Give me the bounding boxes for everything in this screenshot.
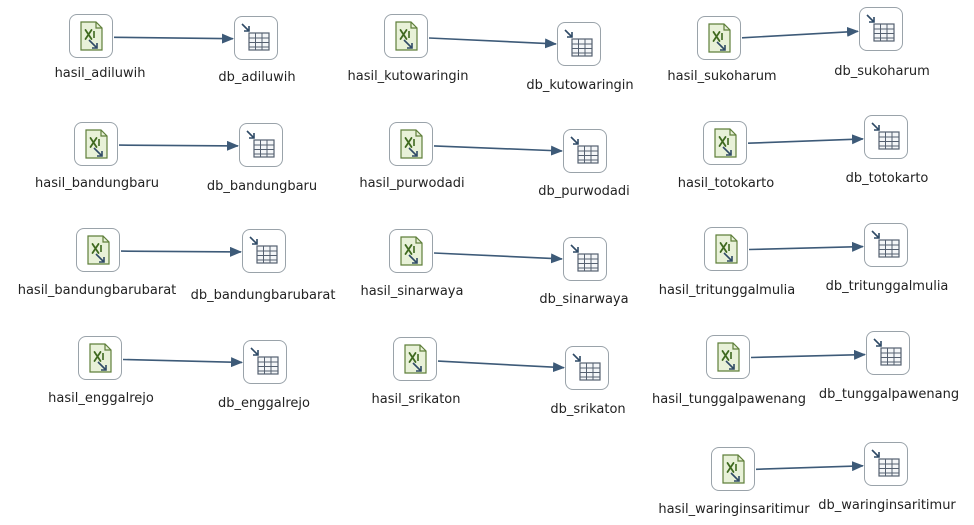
hop-arrow[interactable]: [747, 134, 864, 145]
step-box[interactable]: [234, 16, 278, 60]
step-label: hasil_sukoharum: [667, 69, 777, 84]
hops-layer: [113, 26, 866, 472]
step-label: db_sinarwaya: [539, 292, 629, 307]
step-label: hasil_bandungbaru: [35, 176, 159, 191]
step-box[interactable]: [697, 16, 741, 60]
step-label: db_srikaton: [550, 402, 626, 417]
step-box[interactable]: [563, 237, 607, 281]
step-box[interactable]: [565, 346, 609, 390]
step-box[interactable]: [393, 337, 437, 381]
hop-arrow[interactable]: [750, 349, 866, 360]
step-label: hasil_kutowaringin: [347, 69, 469, 84]
step-label: db_bandungbaru: [206, 179, 318, 194]
hop-arrow[interactable]: [122, 357, 243, 368]
step-box[interactable]: [76, 228, 120, 272]
step-label: hasil_srikaton: [371, 392, 461, 407]
step-box[interactable]: [864, 223, 908, 267]
hop-arrow[interactable]: [113, 33, 234, 44]
step-label: hasil_enggalrejo: [48, 391, 154, 406]
step-box[interactable]: [239, 123, 283, 167]
step-label: db_sukoharum: [834, 64, 930, 79]
step-box[interactable]: [69, 14, 113, 58]
step-label: hasil_tunggalpawenang: [652, 392, 806, 407]
step-box[interactable]: [704, 227, 748, 271]
transformation-canvas[interactable]: hasil_adiluwih db_adiluwih hasil_bandung…: [0, 0, 974, 525]
hop-arrow[interactable]: [741, 26, 859, 39]
hop-arrow[interactable]: [433, 145, 563, 156]
step-label: db_waringinsaritimur: [818, 498, 956, 513]
step-box[interactable]: [866, 331, 910, 375]
step-label: hasil_tritunggalmulia: [658, 283, 796, 298]
step-box[interactable]: [563, 129, 607, 173]
step-label: db_kutowaringin: [526, 78, 634, 93]
step-box[interactable]: [78, 336, 122, 380]
hop-arrow[interactable]: [428, 37, 557, 49]
step-box[interactable]: [242, 229, 286, 273]
step-label: db_tritunggalmulia: [825, 279, 949, 294]
step-label: hasil_bandungbarubarat: [17, 283, 177, 298]
step-label: db_purwodadi: [538, 184, 630, 199]
step-box[interactable]: [389, 122, 433, 166]
step-box[interactable]: [706, 335, 750, 379]
hop-arrow[interactable]: [433, 252, 563, 264]
step-box[interactable]: [859, 7, 903, 51]
step-label: hasil_purwodadi: [359, 176, 465, 191]
step-box[interactable]: [74, 122, 118, 166]
hop-arrow[interactable]: [118, 140, 239, 151]
step-box[interactable]: [243, 340, 287, 384]
step-label: hasil_waringinsaritimur: [658, 502, 810, 517]
step-box[interactable]: [557, 22, 601, 66]
step-label: hasil_totokarto: [677, 176, 775, 191]
step-label: hasil_adiluwih: [54, 66, 146, 81]
hop-arrow[interactable]: [748, 241, 864, 252]
step-label: db_enggalrejo: [218, 396, 310, 411]
hop-arrow[interactable]: [120, 246, 242, 257]
step-label: db_adiluwih: [218, 70, 296, 85]
step-box[interactable]: [864, 442, 908, 486]
hop-arrow[interactable]: [755, 461, 864, 472]
step-box[interactable]: [703, 121, 747, 165]
step-label: db_bandungbarubarat: [190, 288, 336, 303]
step-label: hasil_sinarwaya: [360, 284, 464, 299]
step-box[interactable]: [389, 229, 433, 273]
step-label: db_tunggalpawenang: [818, 387, 960, 402]
step-label: db_totokarto: [845, 171, 929, 186]
step-box[interactable]: [384, 14, 428, 58]
hop-arrow[interactable]: [437, 360, 565, 373]
step-box[interactable]: [711, 447, 755, 491]
step-box[interactable]: [864, 115, 908, 159]
